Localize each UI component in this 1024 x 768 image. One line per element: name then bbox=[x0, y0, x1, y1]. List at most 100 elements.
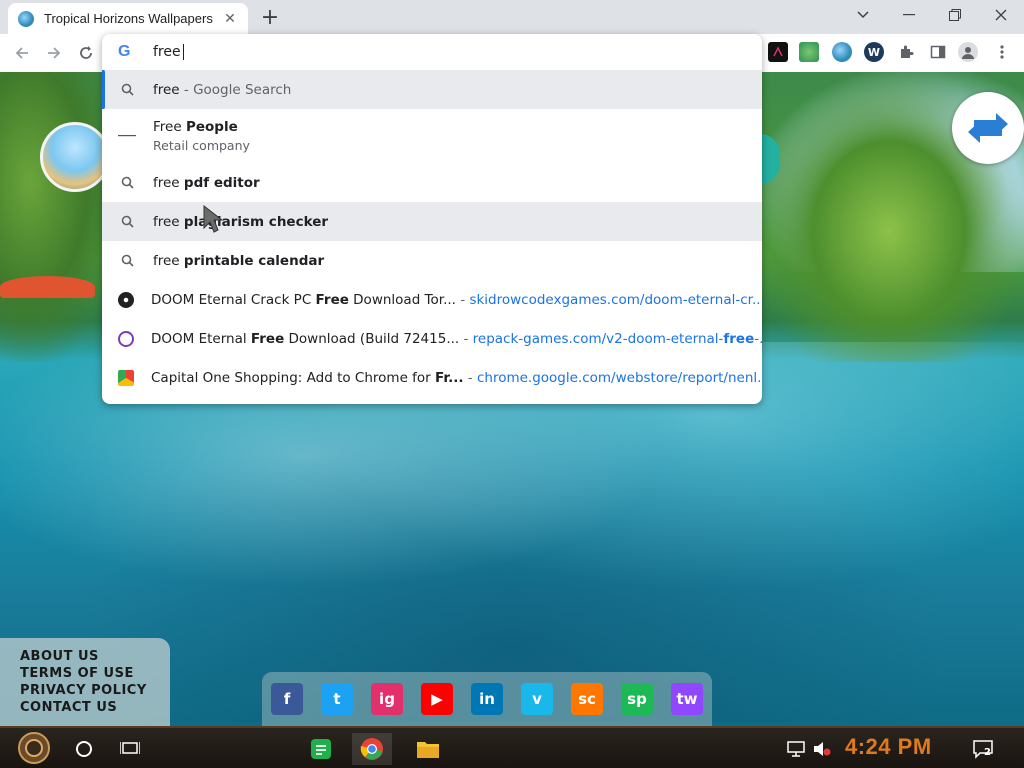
suggestion-bold: Free bbox=[250, 330, 285, 347]
monitor-icon bbox=[787, 741, 805, 757]
skidrow-site-icon bbox=[118, 291, 134, 308]
suggestion-text: free bbox=[153, 174, 184, 191]
suggestion-capital-one[interactable]: Capital One Shopping: Add to Chrome for … bbox=[102, 358, 762, 397]
windows-taskbar: 4:24 PM 2 bbox=[0, 726, 1024, 768]
taskbar-chrome[interactable] bbox=[352, 733, 392, 765]
site-logo[interactable] bbox=[40, 122, 110, 192]
umbrella bbox=[0, 276, 95, 298]
suggestion-doom-repack[interactable]: DOOM Eternal Free Download (Build 72415.… bbox=[102, 319, 762, 358]
omnibox-input-row[interactable]: G free bbox=[102, 34, 762, 70]
suggestion-pdf-editor[interactable]: free pdf editor bbox=[102, 163, 762, 202]
extension-w-icon[interactable]: W bbox=[864, 42, 884, 62]
suggestion-printable-calendar[interactable]: free printable calendar bbox=[102, 241, 762, 280]
action-center-button[interactable]: 2 bbox=[968, 733, 998, 765]
contact-us-link[interactable]: CONTACT US bbox=[20, 699, 170, 716]
side-panel-icon[interactable] bbox=[928, 42, 948, 62]
speaker-muted-icon bbox=[814, 742, 831, 756]
about-us-link[interactable]: ABOUT US bbox=[20, 648, 170, 665]
reload-button[interactable] bbox=[72, 39, 100, 67]
arrow-right-icon bbox=[48, 47, 61, 59]
menu-kebab-icon[interactable] bbox=[992, 42, 1012, 62]
task-view-button[interactable] bbox=[114, 733, 146, 765]
google-g-icon: G bbox=[118, 43, 131, 60]
reload-icon bbox=[80, 46, 92, 59]
start-button[interactable] bbox=[10, 730, 58, 766]
mouse-cursor-icon bbox=[203, 204, 224, 233]
close-window-button[interactable] bbox=[978, 0, 1024, 30]
suggestion-text: DOOM Eternal Crack PC bbox=[151, 291, 316, 308]
suggestion-bold: Fr... bbox=[435, 369, 464, 386]
chrome-webstore-icon bbox=[118, 369, 134, 386]
volume-tray-icon[interactable] bbox=[810, 733, 834, 765]
restore-icon bbox=[949, 9, 961, 21]
suggestion-plagiarism-checker[interactable]: free plagiarism checker bbox=[102, 202, 762, 241]
soundcloud-icon[interactable]: sc bbox=[571, 683, 603, 715]
instagram-icon[interactable]: ig bbox=[371, 683, 403, 715]
sync-arrows-icon bbox=[968, 113, 1008, 143]
facebook-icon[interactable]: f bbox=[271, 683, 303, 715]
suggestion-url-tail: -... bbox=[754, 330, 762, 347]
minimize-button[interactable] bbox=[886, 0, 932, 30]
extension-tropical-icon[interactable] bbox=[832, 42, 852, 62]
close-icon bbox=[995, 9, 1007, 21]
cortana-circle-icon bbox=[76, 741, 92, 757]
footer-links: ABOUT US TERMS OF USE PRIVACY POLICY CON… bbox=[0, 638, 170, 726]
suggestion-text: DOOM Eternal bbox=[151, 330, 251, 347]
twitter-icon[interactable]: t bbox=[321, 683, 353, 715]
extensions-puzzle-icon[interactable] bbox=[896, 42, 916, 62]
new-tab-button[interactable]: + bbox=[258, 5, 282, 30]
suggestion-bold: People bbox=[185, 119, 238, 135]
close-tab-icon[interactable]: ✕ bbox=[222, 11, 238, 27]
search-icon bbox=[118, 254, 136, 267]
spotify-icon[interactable]: sp bbox=[621, 683, 653, 715]
suggestion-url: repack-games.com/v2-doom-eternal- bbox=[472, 330, 724, 347]
extension-landscape-icon[interactable] bbox=[799, 42, 819, 62]
tab-search-button[interactable] bbox=[840, 0, 886, 30]
linkedin-icon[interactable]: in bbox=[471, 683, 503, 715]
youtube-icon[interactable]: ▶ bbox=[421, 683, 453, 715]
suggestion-text-rest: Download (Build 72415... bbox=[284, 330, 460, 347]
notification-count: 2 bbox=[984, 747, 991, 758]
suggestion-separator: - bbox=[463, 369, 477, 386]
privacy-policy-link[interactable]: PRIVACY POLICY bbox=[20, 682, 170, 699]
suggestion-doom-crack[interactable]: DOOM Eternal Crack PC Free Download Tor.… bbox=[102, 280, 762, 319]
suggestion-suffix: - Google Search bbox=[179, 81, 292, 98]
suggestion-separator: - bbox=[459, 330, 473, 347]
address-input[interactable]: free bbox=[153, 44, 713, 60]
suggestion-url: chrome.google.com/webstore/report/nenl..… bbox=[476, 369, 762, 386]
taskbar-file-explorer[interactable] bbox=[412, 733, 444, 765]
browser-tab[interactable]: Tropical Horizons Wallpapers ✕ bbox=[8, 3, 248, 34]
arrow-left-icon bbox=[15, 47, 28, 59]
search-icon bbox=[118, 176, 136, 189]
refresh-wallpaper-button[interactable] bbox=[952, 92, 1024, 164]
chrome-icon bbox=[360, 738, 383, 760]
restore-button[interactable] bbox=[932, 0, 978, 30]
search-icon bbox=[118, 215, 136, 228]
suggestion-url-bold: free bbox=[723, 330, 755, 347]
vimeo-icon[interactable]: v bbox=[521, 683, 553, 715]
search-button[interactable] bbox=[70, 733, 98, 765]
social-bar: f t ig ▶ in v sc sp tw bbox=[262, 672, 712, 726]
terms-of-use-link[interactable]: TERMS OF USE bbox=[20, 665, 170, 682]
task-view-icon bbox=[120, 742, 140, 754]
suggestion-text: Free bbox=[153, 119, 186, 135]
taskbar-clock[interactable]: 4:24 PM bbox=[845, 734, 932, 760]
green-notes-icon bbox=[311, 739, 331, 759]
omnibox-dropdown: G free free - Google Search Free People … bbox=[102, 34, 762, 404]
back-button[interactable] bbox=[8, 39, 36, 67]
browser-titlebar: Tropical Horizons Wallpapers ✕ + bbox=[0, 0, 1024, 34]
profile-avatar[interactable] bbox=[958, 42, 978, 62]
suggestion-text-rest: Download Tor... bbox=[348, 291, 456, 308]
tab-favicon-icon bbox=[18, 10, 34, 27]
minimize-icon bbox=[903, 14, 915, 16]
suggestion-google-search[interactable]: free - Google Search bbox=[102, 70, 762, 109]
tab-title: Tropical Horizons Wallpapers bbox=[44, 11, 213, 26]
network-tray-icon[interactable] bbox=[784, 733, 808, 765]
suggestion-subtitle: Retail company bbox=[153, 138, 250, 153]
suggestion-free-people[interactable]: Free People Retail company bbox=[102, 109, 762, 163]
forward-button[interactable] bbox=[40, 39, 68, 67]
extension-dark-icon[interactable] bbox=[768, 42, 788, 62]
suggestion-text: free bbox=[153, 81, 180, 98]
taskbar-app-green[interactable] bbox=[306, 733, 336, 765]
twitch-icon[interactable]: tw bbox=[671, 683, 703, 715]
